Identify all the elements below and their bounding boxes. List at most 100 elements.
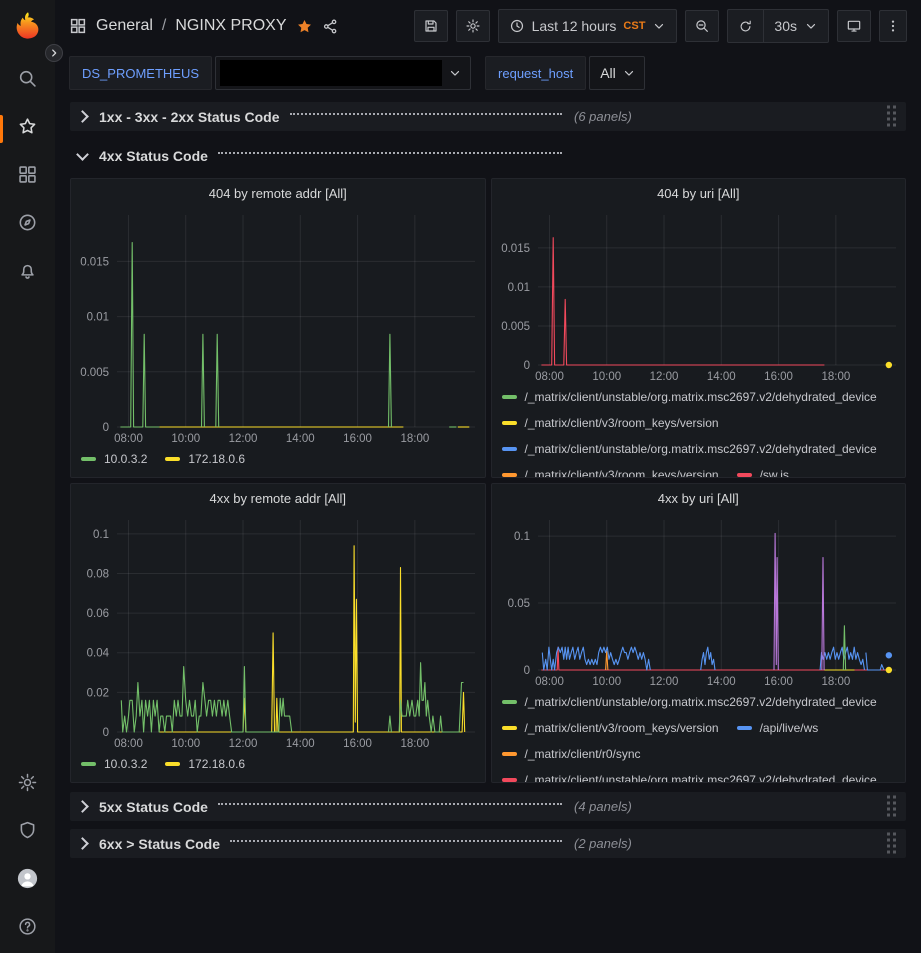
svg-text:12:00: 12:00 <box>229 433 258 445</box>
timezone-label: CST <box>623 20 645 32</box>
svg-text:14:00: 14:00 <box>286 738 315 750</box>
dotted-leader <box>230 840 562 842</box>
legend-swatch <box>737 726 752 730</box>
row-drag-handle[interactable] <box>887 105 898 128</box>
sidebar-item-configuration[interactable] <box>0 761 55 809</box>
refresh-interval-button[interactable]: 30s <box>763 10 828 42</box>
legend-item[interactable]: /_matrix/client/unstable/org.matrix.msc2… <box>502 437 877 461</box>
legend-item[interactable]: /_matrix/client/r0/sync <box>502 742 641 766</box>
panel-title[interactable]: 4xx by remote addr [All] <box>71 484 485 512</box>
svg-text:0.02: 0.02 <box>87 687 109 699</box>
sidebar-expand-button[interactable] <box>45 44 63 62</box>
sidebar-item-search[interactable] <box>0 57 55 105</box>
legend-label: 172.18.0.6 <box>188 447 245 471</box>
zoom-out-button[interactable] <box>685 10 719 42</box>
legend-label: /sw.js <box>760 463 789 477</box>
dashboard-settings-button[interactable] <box>456 10 490 42</box>
legend-swatch <box>502 778 517 782</box>
ds-prometheus-select[interactable] <box>215 56 471 90</box>
svg-text:0.1: 0.1 <box>93 529 109 541</box>
dashboard-header: General / NGINX PROXY Last 12 hours C <box>55 0 921 52</box>
legend-item[interactable]: /_matrix/client/unstable/org.matrix.msc2… <box>502 690 877 714</box>
zoom-out-icon <box>694 18 710 34</box>
legend-item[interactable]: /_matrix/client/unstable/org.matrix.msc2… <box>502 385 877 409</box>
grafana-app: General / NGINX PROXY Last 12 hours C <box>0 0 921 953</box>
tv-mode-button[interactable] <box>837 10 871 42</box>
panel-legend: 10.0.3.2 172.18.0.6 <box>71 447 485 475</box>
save-dashboard-button[interactable] <box>414 10 448 42</box>
row-1xx-3xx-2xx[interactable]: 1xx - 3xx - 2xx Status Code (6 panels) <box>70 102 906 131</box>
legend-item[interactable]: /api/live/ws <box>737 716 819 740</box>
row-6xx[interactable]: 6xx > Status Code (2 panels) <box>70 829 906 858</box>
svg-text:0.05: 0.05 <box>507 598 529 610</box>
favorite-star-icon[interactable] <box>296 18 313 35</box>
refresh-picker: 30s <box>727 9 829 43</box>
row-4xx[interactable]: 4xx Status Code <box>70 141 906 170</box>
row-5xx[interactable]: 5xx Status Code (4 panels) <box>70 792 906 821</box>
svg-text:0.1: 0.1 <box>514 531 530 543</box>
panel-title[interactable]: 4xx by uri [All] <box>492 484 906 512</box>
legend-label: /_matrix/client/v3/room_keys/version <box>525 716 719 740</box>
legend-item[interactable]: /_matrix/client/v3/room_keys/version <box>502 463 719 477</box>
svg-text:12:00: 12:00 <box>229 738 258 750</box>
legend-swatch <box>502 421 517 425</box>
search-icon <box>17 68 38 94</box>
legend-item[interactable]: 172.18.0.6 <box>165 447 245 471</box>
legend-item[interactable]: /sw.js <box>737 463 789 477</box>
svg-text:10:00: 10:00 <box>592 371 621 383</box>
row-title: 5xx Status Code <box>99 799 208 815</box>
legend-item[interactable]: 10.0.3.2 <box>81 752 147 776</box>
panel-plot[interactable]: 08:0010:0012:0014:0016:0018:0000.0050.01… <box>492 207 906 385</box>
sidebar-item-server-admin[interactable] <box>0 809 55 857</box>
svg-text:0.005: 0.005 <box>501 321 530 333</box>
sidebar <box>0 0 55 953</box>
legend-item[interactable]: /_matrix/client/v3/room_keys/version <box>502 411 719 435</box>
sidebar-item-starred[interactable] <box>0 105 55 153</box>
svg-text:0.005: 0.005 <box>80 367 109 379</box>
sidebar-item-explore[interactable] <box>0 201 55 249</box>
panel-title[interactable]: 404 by uri [All] <box>492 179 906 207</box>
svg-text:0.015: 0.015 <box>501 243 530 255</box>
share-icon[interactable] <box>322 18 339 35</box>
dashboard-body: 1xx - 3xx - 2xx Status Code (6 panels) 4… <box>55 98 921 953</box>
legend-swatch <box>737 473 752 477</box>
dotted-leader <box>218 152 562 154</box>
svg-text:0: 0 <box>523 360 529 372</box>
breadcrumb-title[interactable]: NGINX PROXY <box>175 17 286 35</box>
legend-item[interactable]: /_matrix/client/v3/room_keys/version <box>502 716 719 740</box>
legend-item[interactable]: 10.0.3.2 <box>81 447 147 471</box>
row-panel-count: (4 panels) <box>574 799 632 814</box>
panel-plot[interactable]: 08:0010:0012:0014:0016:0018:0000.020.040… <box>71 512 485 752</box>
row-drag-handle[interactable] <box>887 832 898 855</box>
dashboards-grid-icon <box>17 164 38 190</box>
legend-label: /_matrix/client/unstable/org.matrix.msc2… <box>525 385 877 409</box>
legend-label: /_matrix/client/unstable/org.matrix.msc2… <box>525 437 877 461</box>
sidebar-item-alerting[interactable] <box>0 249 55 297</box>
dashboard-toolbar: Last 12 hours CST 30s <box>414 9 907 43</box>
sidebar-item-dashboards[interactable] <box>0 153 55 201</box>
panel-title[interactable]: 404 by remote addr [All] <box>71 179 485 207</box>
legend-label: /_matrix/client/unstable/org.matrix.msc2… <box>525 768 877 782</box>
panel-plot[interactable]: 08:0010:0012:0014:0016:0018:0000.050.1 <box>492 512 906 690</box>
kebab-menu-button[interactable] <box>879 10 907 42</box>
sidebar-item-profile[interactable] <box>0 857 55 905</box>
panel-grid: 404 by remote addr [All] 08:0010:0012:00… <box>70 178 906 783</box>
grafana-logo[interactable] <box>11 9 45 43</box>
legend-item[interactable]: 172.18.0.6 <box>165 752 245 776</box>
legend-item[interactable]: /_matrix/client/unstable/org.matrix.msc2… <box>502 768 877 782</box>
compass-icon <box>17 212 38 238</box>
shield-icon <box>17 820 38 846</box>
breadcrumb-section[interactable]: General <box>96 17 153 35</box>
breadcrumb: General / NGINX PROXY <box>69 17 339 35</box>
variable-label: DS_PROMETHEUS <box>69 56 212 90</box>
request-host-select[interactable]: All <box>589 56 645 90</box>
row-drag-handle[interactable] <box>887 795 898 818</box>
time-range-button[interactable]: Last 12 hours CST <box>499 10 677 42</box>
refresh-button[interactable] <box>728 10 763 42</box>
legend-label: 10.0.3.2 <box>104 447 147 471</box>
kebab-icon <box>885 18 901 34</box>
sidebar-item-help[interactable] <box>0 905 55 953</box>
refresh-interval-label: 30s <box>774 18 797 34</box>
svg-text:0.08: 0.08 <box>87 568 109 580</box>
panel-plot[interactable]: 08:0010:0012:0014:0016:0018:0000.0050.01… <box>71 207 485 447</box>
